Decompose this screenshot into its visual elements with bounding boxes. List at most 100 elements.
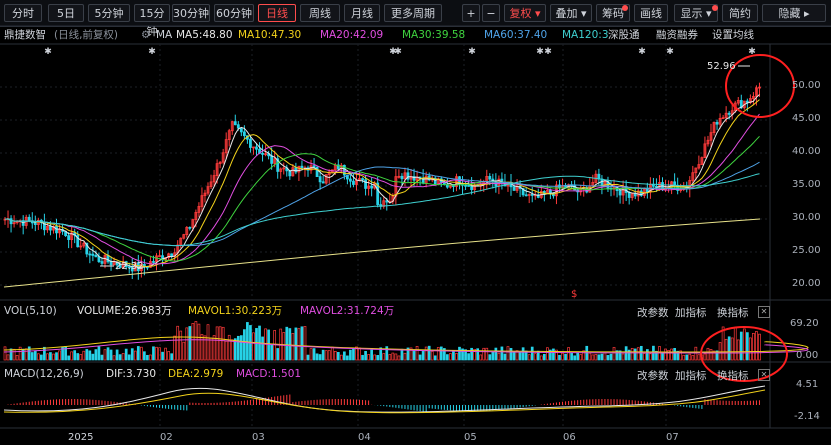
volume-bar <box>649 353 652 361</box>
mavol2-line <box>3 339 809 354</box>
volume-bar <box>70 351 74 361</box>
volume-bar <box>446 354 449 361</box>
candle-body <box>524 194 528 197</box>
volume-bar <box>12 348 16 361</box>
vol-change-params[interactable]: 改参数 <box>637 305 669 320</box>
volume-bar <box>482 347 486 361</box>
volume-bar <box>297 328 301 361</box>
volume-bar <box>155 346 158 361</box>
low-price-label: 22.32 <box>115 261 144 272</box>
volume-bar <box>367 354 370 361</box>
event-star-icon: ✱ <box>468 47 476 57</box>
volume-bar <box>733 327 737 361</box>
ma30-line <box>4 135 760 262</box>
price-tick: 40.00 <box>792 146 821 157</box>
volume-bar <box>58 350 61 361</box>
volume-bar <box>209 337 213 361</box>
volume-bar <box>564 353 567 361</box>
volume-bar <box>88 350 92 361</box>
candle-body <box>633 193 637 197</box>
macd-switch-indicator[interactable]: 换指标 <box>717 368 749 383</box>
vol-switch-indicator[interactable]: 换指标 <box>717 305 749 320</box>
volume-bar <box>291 333 295 361</box>
volume-bar <box>40 354 43 361</box>
vol-add-indicator[interactable]: 加指标 <box>675 305 707 320</box>
volume-bar <box>718 342 722 361</box>
volume-bar <box>306 354 310 361</box>
volume-bar <box>55 352 58 361</box>
candle-body <box>530 194 534 196</box>
volume-bar <box>140 346 143 361</box>
volume-bar <box>573 355 576 361</box>
close-icon[interactable]: ✕ <box>758 306 770 318</box>
vol-title: VOL(5,10) <box>4 305 57 317</box>
candle-body <box>9 218 13 225</box>
volume-bar <box>749 337 752 361</box>
volume-bar <box>752 332 755 361</box>
vol-axis-top: 69.20 <box>790 318 819 329</box>
candle-body <box>236 124 240 129</box>
volume-bar <box>106 347 110 361</box>
volume-bar <box>185 327 189 361</box>
volume-bar <box>467 353 470 361</box>
volume-bar <box>339 354 343 361</box>
volume-bar <box>703 353 707 361</box>
volume-bar <box>570 352 573 361</box>
vol-mavol1: MAVOL1:30.223万 <box>188 305 283 317</box>
volume-bar <box>36 353 40 361</box>
volume-bar <box>252 332 255 361</box>
volume-bar <box>646 349 649 361</box>
volume-bar <box>433 355 437 361</box>
event-star-icon: ✱ <box>44 47 52 57</box>
volume-bar <box>691 355 695 361</box>
event-star-icon: ✱ <box>536 47 544 57</box>
volume-bar <box>221 326 225 361</box>
volume-bar <box>588 352 592 361</box>
volume-bar <box>197 323 201 361</box>
volume-bar <box>373 354 377 361</box>
x-tick: 04 <box>358 432 371 443</box>
x-tick: 05 <box>464 432 477 443</box>
candle-body <box>600 178 604 187</box>
volume-bar <box>161 351 164 361</box>
macd-add-indicator[interactable]: 加指标 <box>675 368 707 383</box>
volume-bar <box>309 348 313 361</box>
event-marker[interactable]: $ <box>571 289 577 300</box>
volume-bar <box>546 347 549 361</box>
price-tick: 35.00 <box>792 179 821 190</box>
dif-line <box>3 385 766 413</box>
volume-bar <box>491 351 495 361</box>
volume-bar <box>530 346 534 361</box>
volume-bar <box>688 353 692 361</box>
volume-bar <box>633 348 637 361</box>
volume-bar <box>642 353 646 361</box>
volume-bar <box>285 326 289 361</box>
volume-bar <box>267 329 270 361</box>
volume-bar <box>661 352 664 361</box>
volume-bar <box>436 347 440 361</box>
macd-change-params[interactable]: 改参数 <box>637 368 669 383</box>
volume-bar <box>600 353 604 361</box>
volume-bar <box>276 348 280 361</box>
volume-bar <box>606 355 610 361</box>
volume-bar <box>758 333 761 361</box>
volume-bar <box>621 353 625 361</box>
volume-bar <box>321 349 325 361</box>
candle-body <box>270 155 274 164</box>
volume-bar <box>312 348 316 361</box>
candle-body <box>97 256 101 262</box>
volume-bar <box>24 348 28 361</box>
candle-body <box>464 184 467 187</box>
volume-bar <box>391 352 395 361</box>
volume-bar <box>579 354 583 361</box>
volume-bar <box>288 328 292 361</box>
close-icon[interactable]: ✕ <box>758 369 770 381</box>
volume-bar <box>52 353 55 361</box>
volume-bar <box>670 348 673 361</box>
candle-body <box>67 235 71 240</box>
volume-bar <box>200 334 204 361</box>
volume-bar <box>485 347 489 361</box>
volume-bar <box>239 335 243 361</box>
volume-bar <box>179 330 183 361</box>
price-tick: 50.00 <box>792 80 821 91</box>
